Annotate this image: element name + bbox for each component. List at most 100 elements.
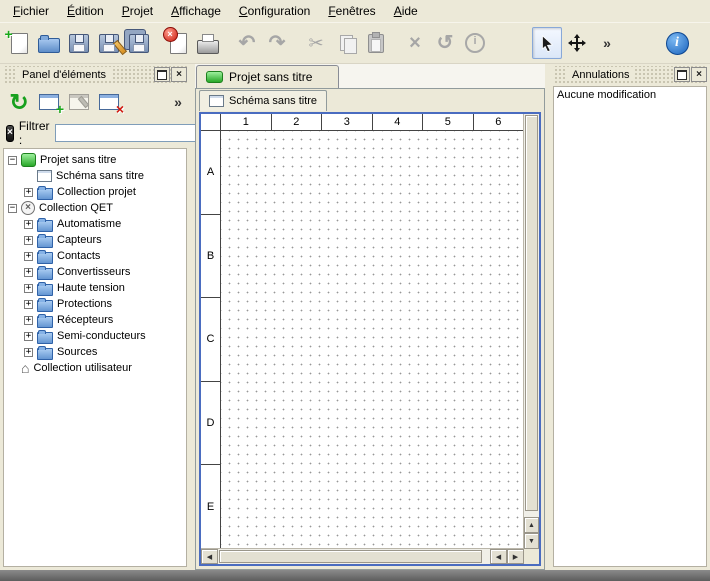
rotate-button[interactable]: ↺ [430, 27, 460, 59]
expander-icon[interactable]: + [24, 332, 33, 341]
save-all-button[interactable] [124, 27, 154, 59]
expander-icon[interactable]: + [24, 268, 33, 277]
edit-element-button[interactable] [64, 87, 94, 117]
vertical-scrollbar-thumb[interactable] [525, 115, 538, 511]
tab-schema[interactable]: Schéma sans titre [199, 90, 327, 111]
folder-icon [37, 236, 53, 248]
menu-fichier[interactable]: Fichier [4, 1, 58, 21]
menu-aide[interactable]: Aide [385, 1, 427, 21]
scroll-down-button[interactable]: ▼ [524, 533, 539, 549]
close-icon: × [696, 70, 702, 79]
elements-panel-titlebar[interactable]: Panel d'éléments × [3, 66, 187, 83]
delete-element-button[interactable]: × [94, 87, 124, 117]
tree-item-capteurs[interactable]: + Capteurs [4, 232, 186, 248]
new-document-button[interactable]: + [4, 27, 34, 59]
float-panel-button[interactable] [674, 67, 690, 82]
undo-button[interactable]: ↶ [232, 27, 262, 59]
save-as-button[interactable] [94, 27, 124, 59]
tree-item-protections[interactable]: + Protections [4, 296, 186, 312]
save-as-icon [99, 34, 119, 53]
save-button[interactable] [64, 27, 94, 59]
tree-item-convertisseurs[interactable]: + Convertisseurs [4, 264, 186, 280]
clear-filter-icon[interactable]: × [6, 125, 14, 142]
qet-collection-icon: × [21, 201, 35, 215]
undo-panel-titlebar[interactable]: Annulations × [553, 66, 707, 83]
menu-fenetres[interactable]: Fenêtres [319, 1, 384, 21]
close-panel-button[interactable]: × [691, 67, 707, 82]
expander-icon[interactable]: − [8, 156, 17, 165]
tree-item-automatisme[interactable]: + Automatisme [4, 216, 186, 232]
scroll-up-button[interactable]: ▲ [524, 517, 539, 533]
ruler-column-label: 1 [221, 114, 272, 130]
folder-icon [37, 284, 53, 296]
save-all-icon [129, 34, 149, 53]
expander-icon[interactable]: + [24, 284, 33, 293]
elements-tree: − Projet sans titre Schéma sans titre + … [3, 148, 187, 567]
tree-item-label: Récepteurs [57, 314, 113, 326]
tree-item-sources[interactable]: + Sources [4, 344, 186, 360]
tree-item-project[interactable]: − Projet sans titre [4, 152, 186, 168]
tab-project[interactable]: Projet sans titre [196, 65, 339, 88]
about-info-button[interactable]: i [662, 27, 692, 59]
undo-icon: ↶ [239, 34, 256, 52]
ruler-column-label: 6 [474, 114, 525, 130]
expander-icon[interactable]: + [24, 220, 33, 229]
expander-icon[interactable]: + [24, 300, 33, 309]
vertical-scrollbar[interactable]: ▲ ▼ [523, 114, 539, 549]
tree-item-semi-conducteurs[interactable]: + Semi-conducteurs [4, 328, 186, 344]
horizontal-scrollbar[interactable]: ◀ ◀ ▶ [201, 548, 524, 564]
tree-item-label: Convertisseurs [57, 266, 130, 278]
refresh-icon: ↻ [9, 91, 28, 114]
diagram-view[interactable]: 1 2 3 4 5 6 A B C D E [199, 112, 541, 566]
filter-input[interactable] [55, 124, 203, 142]
tree-item-collection-utilisateur[interactable]: ⌂ Collection utilisateur [4, 360, 186, 376]
horizontal-scrollbar-thumb[interactable] [219, 550, 482, 563]
menu-affichage[interactable]: Affichage [162, 1, 230, 21]
expander-icon[interactable]: + [24, 188, 33, 197]
ruler-column-label: 3 [322, 114, 373, 130]
project-icon [21, 153, 36, 167]
panel-overflow-button[interactable]: » [170, 87, 186, 117]
expander-icon[interactable]: − [8, 204, 17, 213]
move-tool-button[interactable] [562, 27, 592, 59]
delete-button[interactable]: × [400, 27, 430, 59]
copy-button[interactable] [331, 27, 361, 59]
tree-item-recepteurs[interactable]: + Récepteurs [4, 312, 186, 328]
information-button[interactable]: i [460, 27, 490, 59]
expander-icon[interactable]: + [24, 236, 33, 245]
select-tool-button[interactable] [532, 27, 562, 59]
toolbar-overflow-button[interactable]: » [592, 27, 622, 59]
tree-item-collection-projet[interactable]: + Collection projet [4, 184, 186, 200]
scroll-left-button-2[interactable]: ◀ [490, 549, 507, 564]
expander-icon[interactable]: + [24, 252, 33, 261]
menu-bar: Fichier Édition Projet Affichage Configu… [0, 0, 710, 23]
close-document-button[interactable]: × [163, 27, 193, 59]
schema-canvas[interactable] [221, 131, 524, 549]
undo-history-list[interactable]: Aucune modification [553, 86, 707, 567]
cut-button[interactable]: ✂ [301, 27, 331, 59]
expander-icon[interactable]: + [24, 316, 33, 325]
expander-icon[interactable]: + [24, 348, 33, 357]
print-icon [197, 40, 219, 54]
scroll-left-button[interactable]: ◀ [201, 549, 218, 564]
redo-button[interactable]: ↷ [262, 27, 292, 59]
reload-collections-button[interactable]: ↻ [4, 87, 34, 117]
menu-edition[interactable]: Édition [58, 1, 113, 21]
tree-item-contacts[interactable]: + Contacts [4, 248, 186, 264]
elements-panel-title: Panel d'éléments [17, 69, 111, 81]
scroll-right-button[interactable]: ▶ [507, 549, 524, 564]
paste-button[interactable] [361, 27, 391, 59]
float-icon [157, 70, 167, 80]
filter-row: × Filtrer : [0, 120, 190, 146]
tree-item-haute-tension[interactable]: + Haute tension [4, 280, 186, 296]
open-document-button[interactable] [34, 27, 64, 59]
print-button[interactable] [193, 27, 223, 59]
tree-item-collection-qet[interactable]: − × Collection QET [4, 200, 186, 216]
close-panel-button[interactable]: × [171, 67, 187, 82]
menu-configuration[interactable]: Configuration [230, 1, 319, 21]
tree-item-schema[interactable]: Schéma sans titre [4, 168, 186, 184]
new-element-icon: + [39, 94, 59, 110]
new-element-button[interactable]: + [34, 87, 64, 117]
menu-projet[interactable]: Projet [113, 1, 162, 21]
float-panel-button[interactable] [154, 67, 170, 82]
